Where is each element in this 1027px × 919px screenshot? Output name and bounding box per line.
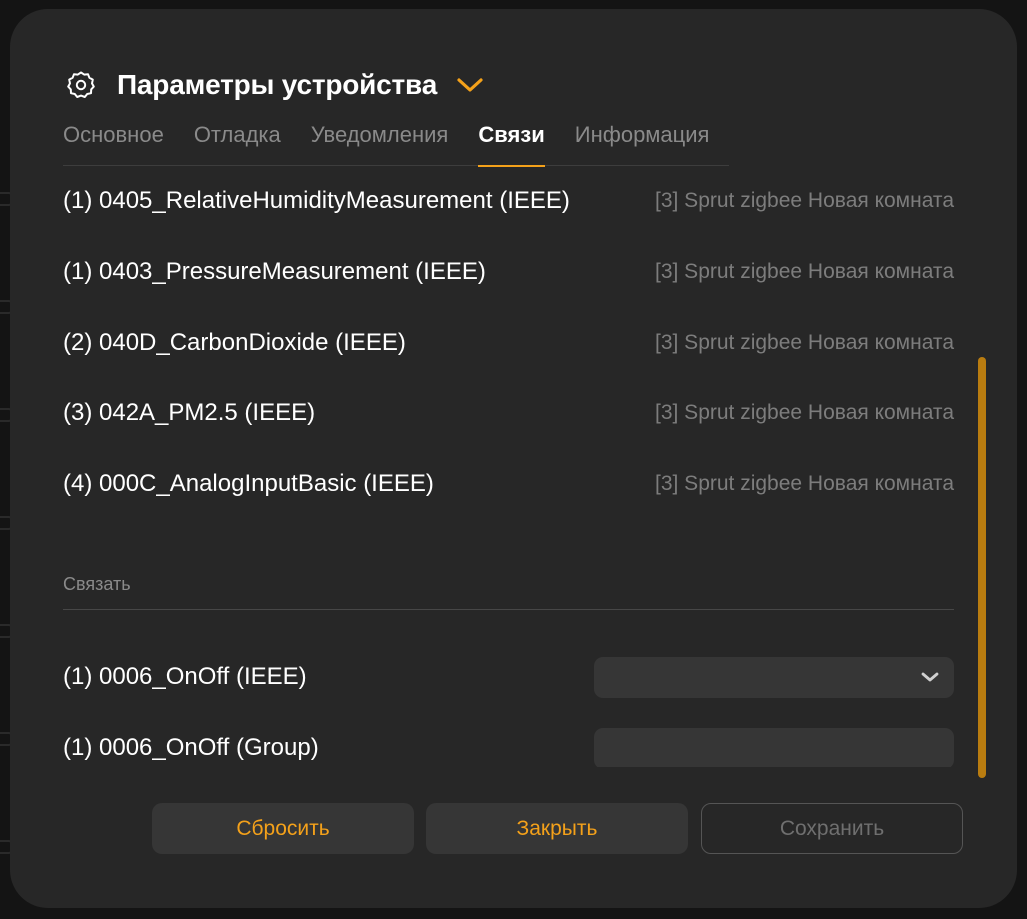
- link-name: (1) 0405_RelativeHumidityMeasurement (IE…: [63, 189, 570, 214]
- bind-row-label: (1) 0006_OnOff (IEEE): [63, 663, 307, 690]
- divider: [63, 609, 954, 610]
- link-name: (1) 0403_PressureMeasurement (IEEE): [63, 258, 486, 285]
- bind-row: (1) 0006_OnOff (Group): [63, 727, 954, 767]
- tab-debug[interactable]: Отладка: [194, 119, 281, 166]
- tab-links[interactable]: Связи: [478, 119, 546, 167]
- link-name: (3) 042A_PM2.5 (IEEE): [63, 399, 316, 426]
- bind-row-label: (1) 0006_OnOff (Group): [63, 734, 319, 761]
- list-item: (2) 040D_CarbonDioxide (IEEE) [3] Sprut …: [63, 323, 954, 363]
- list-item: (1) 0403_PressureMeasurement (IEEE) [3] …: [63, 252, 954, 292]
- tab-main[interactable]: Основное: [63, 119, 164, 166]
- links-panel[interactable]: (1) 0405_RelativeHumidityMeasurement (IE…: [63, 189, 963, 767]
- dialog-header: Параметры устройства: [64, 65, 485, 105]
- reset-button[interactable]: Сбросить: [152, 803, 414, 854]
- tab-info[interactable]: Информация: [575, 119, 710, 166]
- gear-icon: [64, 68, 98, 102]
- list-item: (1) 0405_RelativeHumidityMeasurement (IE…: [63, 189, 954, 221]
- link-target: [3] Sprut zigbee Новая комната: [655, 331, 954, 354]
- link-target: [3] Sprut zigbee Новая комната: [655, 260, 954, 283]
- chevron-down-icon: [921, 672, 939, 682]
- close-button[interactable]: Закрыть: [426, 803, 688, 854]
- chevron-down-icon[interactable]: [455, 70, 485, 100]
- group-input[interactable]: [594, 727, 954, 767]
- bind-select[interactable]: [594, 656, 954, 698]
- page-title: Параметры устройства: [117, 69, 438, 100]
- tab-notifications[interactable]: Уведомления: [311, 119, 449, 166]
- device-settings-dialog: Параметры устройства Основное Отладка Ув…: [10, 9, 1017, 908]
- link-name: (4) 000C_AnalogInputBasic (IEEE): [63, 470, 434, 497]
- bind-row: (1) 0006_OnOff (IEEE): [63, 656, 954, 698]
- link-target: [3] Sprut zigbee Новая комната: [655, 189, 954, 212]
- link-name: (2) 040D_CarbonDioxide (IEEE): [63, 329, 406, 356]
- link-target: [3] Sprut zigbee Новая комната: [655, 401, 954, 424]
- scrollbar[interactable]: [978, 357, 986, 778]
- save-button[interactable]: Сохранить: [701, 803, 963, 854]
- link-target: [3] Sprut zigbee Новая комната: [655, 472, 954, 495]
- list-item: (3) 042A_PM2.5 (IEEE) [3] Sprut zigbee Н…: [63, 393, 954, 433]
- list-item: (4) 000C_AnalogInputBasic (IEEE) [3] Spr…: [63, 464, 954, 504]
- bind-section-label: Связать: [63, 574, 131, 594]
- tab-bar: Основное Отладка Уведомления Связи Инфор…: [63, 119, 729, 167]
